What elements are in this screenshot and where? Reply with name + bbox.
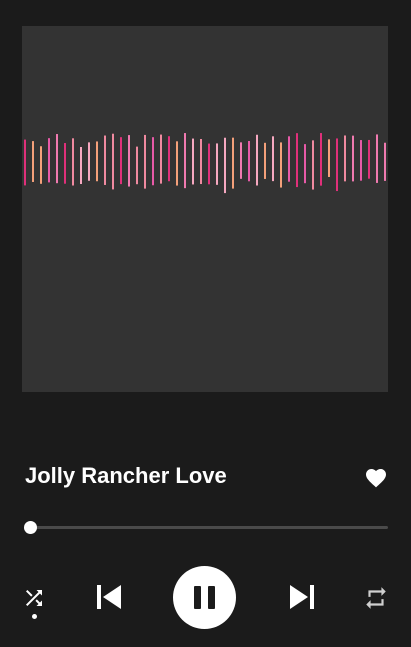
shuffle-button[interactable]	[22, 586, 46, 610]
skip-previous-icon	[97, 585, 121, 609]
pause-icon	[194, 586, 215, 609]
heart-icon	[366, 469, 386, 488]
progress-knob[interactable]	[24, 521, 37, 534]
album-artwork	[22, 26, 388, 392]
track-title: Jolly Rancher Love	[25, 463, 227, 488]
shuffle-icon	[26, 590, 42, 606]
previous-track-button[interactable]	[95, 583, 123, 611]
skip-next-icon	[290, 585, 314, 609]
play-pause-button[interactable]	[173, 566, 236, 629]
repeat-icon	[366, 587, 386, 609]
repeat-button[interactable]	[363, 585, 389, 611]
like-button[interactable]	[364, 466, 388, 490]
shuffle-active-indicator	[32, 614, 37, 619]
progress-bar[interactable]	[24, 521, 388, 534]
waveform-graphic	[24, 133, 386, 194]
next-track-button[interactable]	[288, 583, 316, 611]
